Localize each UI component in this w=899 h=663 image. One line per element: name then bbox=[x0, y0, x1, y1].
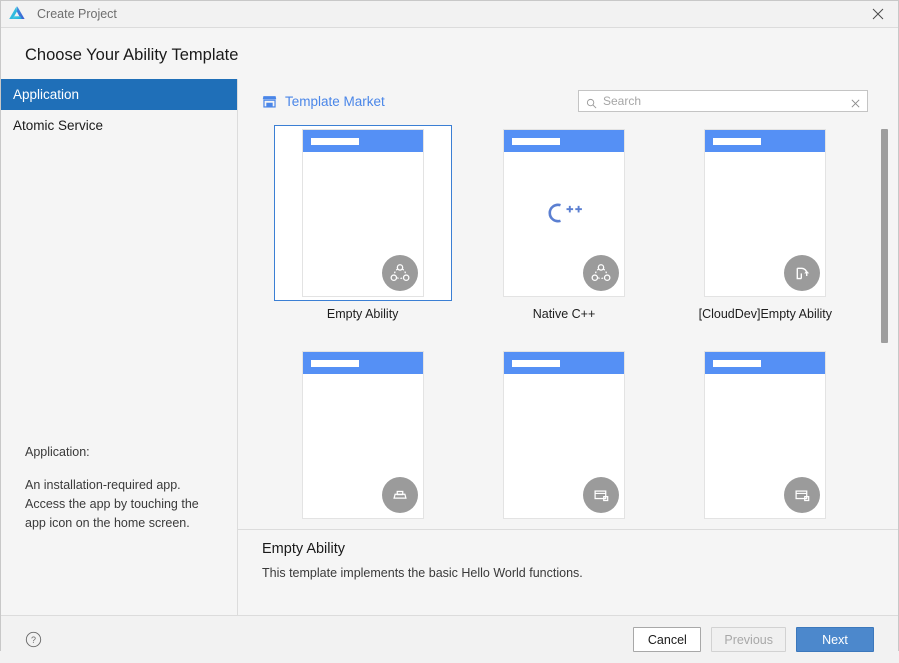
cancel-button[interactable]: Cancel bbox=[633, 627, 701, 652]
deveco-logo-icon bbox=[7, 4, 27, 24]
window-title: Create Project bbox=[37, 7, 117, 21]
tv-icon bbox=[583, 477, 619, 513]
template-card-frame[interactable] bbox=[475, 125, 653, 301]
template-card[interactable] bbox=[463, 347, 664, 529]
template-preview bbox=[704, 351, 826, 519]
dialog-footer: ? Cancel Previous Next bbox=[1, 615, 898, 663]
scrollbar-thumb[interactable] bbox=[881, 129, 888, 343]
cloud-icon bbox=[784, 255, 820, 291]
car-icon bbox=[382, 477, 418, 513]
preview-titlebar bbox=[504, 352, 624, 374]
help-icon[interactable]: ? bbox=[25, 631, 42, 648]
preview-titlebar bbox=[705, 130, 825, 152]
preview-titlebar-bar bbox=[512, 360, 560, 367]
category-description-body: An installation-required app. Access the… bbox=[25, 476, 221, 533]
sidebar-item-label: Atomic Service bbox=[13, 118, 103, 133]
preview-titlebar-bar bbox=[713, 138, 761, 145]
category-description-title: Application: bbox=[25, 443, 221, 462]
template-market-link[interactable]: Template Market bbox=[262, 94, 385, 109]
template-card[interactable] bbox=[665, 347, 866, 529]
template-preview bbox=[503, 351, 625, 519]
distributed-icon bbox=[583, 255, 619, 291]
template-card-frame[interactable] bbox=[274, 125, 452, 301]
tv-icon bbox=[784, 477, 820, 513]
template-card[interactable]: Empty Ability bbox=[262, 125, 463, 321]
category-list: Application Atomic Service bbox=[1, 79, 237, 141]
template-card-label: Empty Ability bbox=[327, 307, 399, 321]
preview-titlebar bbox=[705, 352, 825, 374]
template-grid: Empty Ability bbox=[238, 125, 898, 529]
search-icon bbox=[586, 96, 597, 107]
template-grid-scroll-area: Empty Ability bbox=[238, 123, 898, 529]
template-detail-description: This template implements the basic Hello… bbox=[262, 566, 874, 580]
content-row: Application Atomic Service Application: … bbox=[1, 79, 898, 615]
next-button[interactable]: Next bbox=[796, 627, 874, 652]
template-market-label: Template Market bbox=[285, 94, 385, 109]
template-card-label: [CloudDev]Empty Ability bbox=[699, 307, 832, 321]
svg-text:?: ? bbox=[31, 635, 36, 645]
template-detail-panel: Empty Ability This template implements t… bbox=[238, 529, 898, 615]
preview-titlebar-bar bbox=[311, 138, 359, 145]
preview-titlebar-bar bbox=[512, 138, 560, 145]
sidebar-item-label: Application bbox=[13, 87, 79, 102]
template-card-label: Native C++ bbox=[533, 307, 596, 321]
template-card-frame[interactable] bbox=[676, 347, 854, 523]
preview-titlebar-bar bbox=[713, 360, 761, 367]
title-bar: Create Project bbox=[1, 1, 898, 28]
sidebar-item-atomic-service[interactable]: Atomic Service bbox=[1, 110, 237, 141]
search-box[interactable] bbox=[578, 90, 868, 112]
template-preview bbox=[302, 129, 424, 297]
search-input[interactable] bbox=[603, 94, 844, 108]
shop-icon bbox=[262, 94, 277, 109]
template-card-frame[interactable] bbox=[475, 347, 653, 523]
preview-titlebar-bar bbox=[311, 360, 359, 367]
dialog-body: Choose Your Ability Template Application… bbox=[1, 28, 898, 615]
distributed-icon bbox=[382, 255, 418, 291]
clear-search-icon[interactable] bbox=[850, 96, 861, 107]
template-card[interactable]: Native C++ bbox=[463, 125, 664, 321]
preview-titlebar bbox=[504, 130, 624, 152]
template-preview bbox=[302, 351, 424, 519]
preview-titlebar bbox=[303, 352, 423, 374]
previous-button: Previous bbox=[711, 627, 786, 652]
template-card[interactable]: [CloudDev]Empty Ability bbox=[665, 125, 866, 321]
template-detail-title: Empty Ability bbox=[262, 541, 874, 557]
template-preview bbox=[503, 129, 625, 297]
preview-titlebar bbox=[303, 130, 423, 152]
template-market-row: Template Market bbox=[238, 79, 898, 123]
create-project-dialog: Create Project Choose Your Ability Templ… bbox=[0, 0, 899, 651]
template-grid-scrollbar[interactable] bbox=[881, 129, 888, 525]
template-pane: Template Market bbox=[238, 79, 898, 615]
template-card[interactable] bbox=[262, 347, 463, 529]
close-icon[interactable] bbox=[858, 1, 898, 27]
template-card-frame[interactable] bbox=[274, 347, 452, 523]
category-sidebar: Application Atomic Service Application: … bbox=[1, 79, 238, 615]
page-title: Choose Your Ability Template bbox=[25, 46, 898, 65]
category-description: Application: An installation-required ap… bbox=[25, 443, 221, 533]
sidebar-item-application[interactable]: Application bbox=[1, 79, 237, 110]
cpp-logo-icon bbox=[504, 200, 624, 226]
template-preview bbox=[704, 129, 826, 297]
template-card-frame[interactable] bbox=[676, 125, 854, 301]
